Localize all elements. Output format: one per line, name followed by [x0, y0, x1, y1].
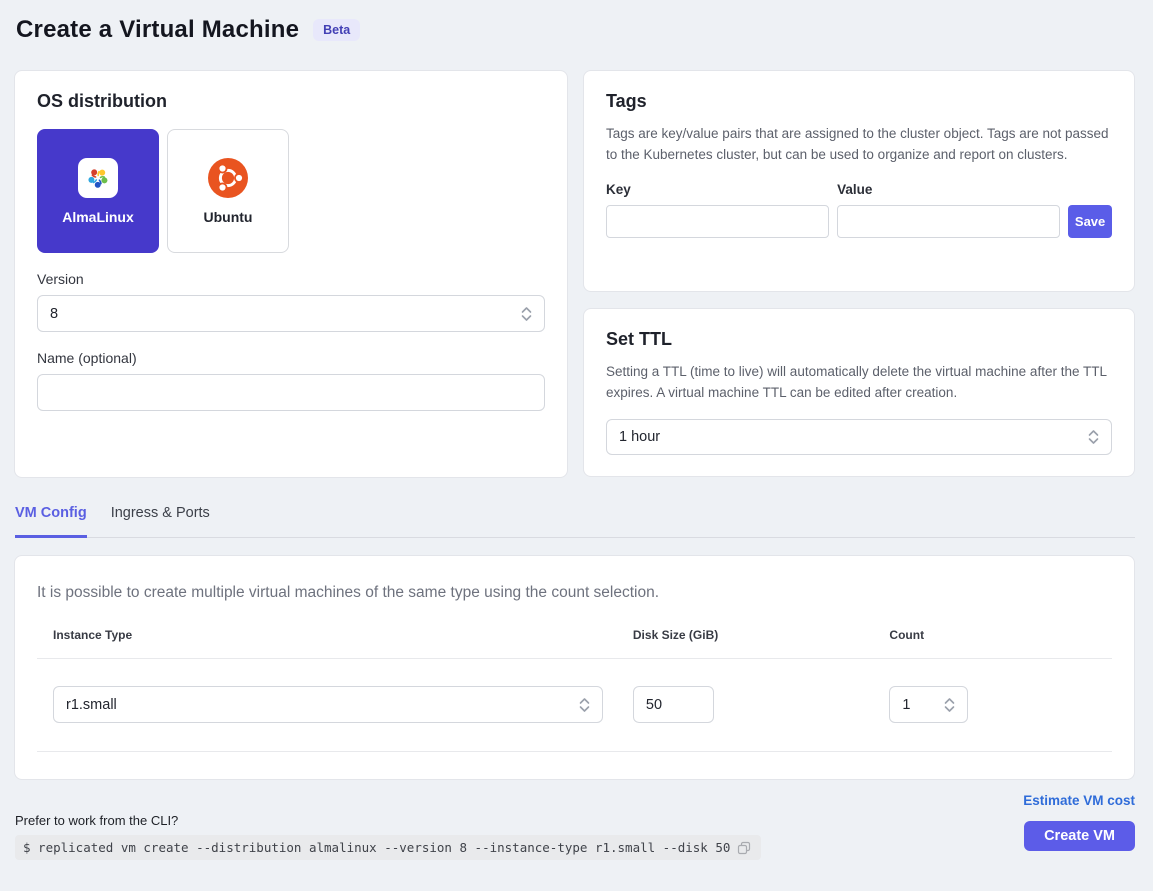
- version-select-value: 8: [50, 306, 58, 322]
- version-select[interactable]: 8: [37, 295, 545, 332]
- chevron-updown-icon: [1088, 429, 1099, 445]
- count-stepper[interactable]: 1: [889, 686, 968, 723]
- cli-prompt-text: Prefer to work from the CLI?: [15, 813, 761, 828]
- almalinux-logo-icon: [78, 158, 118, 198]
- instance-type-cell: r1.small: [53, 686, 633, 723]
- tag-value-column: Value: [837, 182, 1060, 238]
- vm-config-card: It is possible to create multiple virtua…: [14, 555, 1135, 780]
- tab-ingress-ports[interactable]: Ingress & Ports: [111, 505, 210, 537]
- tags-card: Tags Tags are key/value pairs that are a…: [583, 70, 1135, 292]
- name-label: Name (optional): [37, 350, 545, 366]
- stepper-updown-icon[interactable]: [944, 697, 955, 713]
- os-tile-ubuntu[interactable]: Ubuntu: [167, 129, 289, 253]
- ttl-select[interactable]: 1 hour: [606, 419, 1112, 455]
- os-card-title: OS distribution: [37, 91, 545, 112]
- tag-value-input[interactable]: [837, 205, 1060, 238]
- tag-value-label: Value: [837, 182, 1060, 197]
- beta-badge: Beta: [313, 19, 360, 42]
- tab-vm-config[interactable]: VM Config: [15, 505, 87, 538]
- os-tile-label-ubuntu: Ubuntu: [204, 209, 253, 225]
- ttl-card-title: Set TTL: [606, 329, 1112, 350]
- cli-command-bar: $ replicated vm create --distribution al…: [15, 835, 761, 860]
- tab-bar: VM Config Ingress & Ports: [15, 505, 1135, 538]
- column-header-disk-size: Disk Size (GiB): [633, 628, 890, 642]
- cli-section: Prefer to work from the CLI? $ replicate…: [14, 793, 761, 860]
- create-vm-page: Create a Virtual Machine Beta OS distrib…: [0, 0, 1153, 860]
- count-cell: 1: [889, 686, 1096, 723]
- disk-size-cell: [633, 686, 890, 723]
- vm-config-description: It is possible to create multiple virtua…: [37, 584, 1112, 602]
- name-input[interactable]: [37, 374, 545, 411]
- vm-table-row: r1.small 1: [37, 686, 1112, 723]
- count-value: 1: [902, 697, 910, 713]
- ttl-select-value: 1 hour: [619, 429, 660, 445]
- vm-table-header: Instance Type Disk Size (GiB) Count: [37, 628, 1112, 642]
- version-label: Version: [37, 271, 545, 287]
- page-title: Create a Virtual Machine: [16, 16, 299, 44]
- footer-actions: Estimate VM cost Create VM: [1023, 793, 1135, 860]
- footer: Prefer to work from the CLI? $ replicate…: [14, 793, 1135, 860]
- column-header-instance-type: Instance Type: [53, 628, 633, 642]
- tag-key-label: Key: [606, 182, 829, 197]
- ttl-card-description: Setting a TTL (time to live) will automa…: [606, 362, 1112, 404]
- tag-key-input[interactable]: [606, 205, 829, 238]
- set-ttl-card: Set TTL Setting a TTL (time to live) wil…: [583, 308, 1135, 477]
- instance-type-value: r1.small: [66, 697, 117, 713]
- tags-form: Key Value Save: [606, 182, 1112, 238]
- ubuntu-logo-icon: [208, 158, 248, 198]
- copy-icon[interactable]: [737, 841, 751, 855]
- create-vm-button[interactable]: Create VM: [1024, 821, 1135, 851]
- tags-card-description: Tags are key/value pairs that are assign…: [606, 124, 1112, 166]
- table-divider: [37, 658, 1112, 659]
- os-tile-almalinux[interactable]: AlmaLinux: [37, 129, 159, 253]
- os-tile-list: AlmaLinux: [37, 129, 545, 253]
- os-tile-label-almalinux: AlmaLinux: [62, 209, 134, 225]
- save-tag-button[interactable]: Save: [1068, 205, 1112, 238]
- os-distribution-card: OS distribution: [14, 70, 568, 478]
- instance-type-select[interactable]: r1.small: [53, 686, 603, 723]
- tags-card-title: Tags: [606, 91, 1112, 112]
- column-header-count: Count: [889, 628, 1096, 642]
- disk-size-input[interactable]: [633, 686, 714, 723]
- chevron-updown-icon: [579, 697, 590, 713]
- top-cards: OS distribution: [14, 70, 1135, 478]
- chevron-updown-icon: [521, 306, 532, 322]
- vm-table: Instance Type Disk Size (GiB) Count r1.s…: [37, 628, 1112, 752]
- tag-key-column: Key: [606, 182, 829, 238]
- table-divider-bottom: [37, 751, 1112, 752]
- estimate-vm-cost-link[interactable]: Estimate VM cost: [1023, 793, 1135, 808]
- page-header: Create a Virtual Machine Beta: [16, 16, 1135, 44]
- right-column: Tags Tags are key/value pairs that are a…: [583, 70, 1135, 478]
- cli-command-text: $ replicated vm create --distribution al…: [23, 840, 730, 855]
